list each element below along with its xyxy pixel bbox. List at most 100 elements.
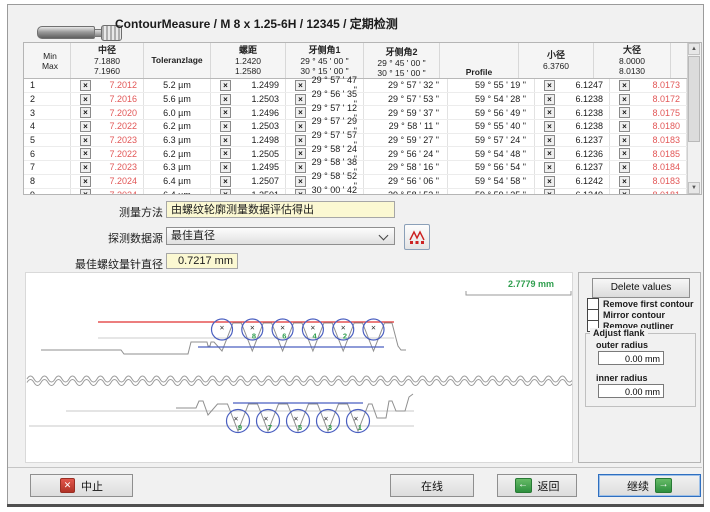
checked-checkbox-icon[interactable] (80, 121, 91, 132)
checked-checkbox-icon[interactable] (220, 121, 231, 132)
checked-checkbox-icon[interactable] (220, 176, 231, 187)
checked-checkbox-icon[interactable] (544, 107, 555, 118)
major-diameter-value: 8.0183 (630, 176, 686, 186)
checked-checkbox-icon[interactable] (80, 107, 91, 118)
tolerance-value: 5.2 µm (144, 79, 211, 92)
next-button[interactable]: 继续 → (598, 474, 701, 497)
mid-diameter-value: 7.2023 (91, 162, 143, 172)
pin-cross-mark: ✕ (263, 416, 268, 423)
mid-diameter-value: 7.2024 (91, 176, 143, 186)
pin-cross-mark: ✕ (219, 325, 224, 332)
profile-value: 59 ° 54 ' 28 " (448, 93, 535, 106)
probe-source-dropdown[interactable]: 最佳直径 (166, 227, 395, 245)
header-flank-angle-1: 牙侧角1 29 ° 45 ' 00 " 30 ° 15 ' 00 " (286, 43, 364, 78)
pin-number: 9 (238, 423, 242, 432)
checked-checkbox-icon[interactable] (295, 135, 306, 146)
row-number: 4 (24, 120, 71, 133)
major-diameter-value: 8.0180 (630, 121, 686, 131)
checked-checkbox-icon[interactable] (295, 176, 306, 187)
checked-checkbox-icon[interactable] (544, 121, 555, 132)
checked-checkbox-icon[interactable] (295, 121, 306, 132)
checked-checkbox-icon[interactable] (295, 148, 306, 159)
checked-checkbox-icon[interactable] (619, 135, 630, 146)
online-button[interactable]: 在线 (390, 474, 474, 497)
checked-checkbox-icon[interactable] (220, 162, 231, 173)
flank-angle-1-value: 30 ° 00 ' 42 " (306, 185, 363, 194)
title-bar: ContourMeasure / M 8 x 1.25-6H / 12345 /… (10, 8, 700, 38)
checked-checkbox-icon[interactable] (295, 162, 306, 173)
checked-checkbox-icon[interactable] (619, 80, 630, 91)
back-button[interactable]: ← 返回 (497, 474, 577, 497)
checked-checkbox-icon[interactable] (220, 107, 231, 118)
outer-radius-input[interactable]: 0.00 mm (598, 351, 664, 365)
contour-measure-window: ContourMeasure / M 8 x 1.25-6H / 12345 /… (0, 0, 710, 512)
break-wave-line (27, 380, 572, 386)
back-arrow-icon: ← (515, 478, 532, 493)
profile-value: 59 ° 54 ' 58 " (448, 175, 535, 188)
pin-cross-mark: ✕ (323, 416, 328, 423)
mid-diameter-value: 7.2020 (91, 108, 143, 118)
major-diameter-value: 8.0184 (630, 162, 686, 172)
major-diameter-value: 8.0172 (630, 94, 686, 104)
checked-checkbox-icon[interactable] (220, 135, 231, 146)
checked-checkbox-icon[interactable] (220, 189, 231, 194)
thread-wire-tool-button[interactable] (404, 224, 430, 250)
table-row[interactable]: 9 7.2024 6.4 µm 1.2501 30 ° 00 ' 42 " 29… (24, 189, 687, 195)
checked-checkbox-icon[interactable] (544, 162, 555, 173)
checked-checkbox-icon[interactable] (544, 80, 555, 91)
flank-angle-2-value: 29 ° 58 ' 11 " (364, 120, 448, 133)
window-bottom-edge (7, 504, 704, 507)
checked-checkbox-icon[interactable] (295, 80, 306, 91)
checked-checkbox-icon[interactable] (619, 107, 630, 118)
checked-checkbox-icon[interactable] (544, 94, 555, 105)
minor-diameter-value: 6.1249 (555, 190, 609, 194)
thread-gauge-icon (37, 23, 127, 39)
checked-checkbox-icon[interactable] (544, 189, 555, 194)
profile-value: 59 ° 59 ' 35 " (448, 189, 535, 195)
checked-checkbox-icon[interactable] (80, 148, 91, 159)
flank-angle-2-value: 29 ° 59 ' 37 " (364, 106, 448, 119)
checked-checkbox-icon[interactable] (220, 80, 231, 91)
scrollbar-thumb[interactable] (688, 56, 700, 142)
table-scrollbar[interactable]: ▲ ▼ (687, 43, 701, 194)
checked-checkbox-icon[interactable] (619, 162, 630, 173)
scroll-down-icon[interactable]: ▼ (688, 182, 700, 194)
checked-checkbox-icon[interactable] (220, 148, 231, 159)
checked-checkbox-icon[interactable] (544, 176, 555, 187)
checked-checkbox-icon[interactable] (80, 189, 91, 194)
checked-checkbox-icon[interactable] (544, 135, 555, 146)
checked-checkbox-icon[interactable] (619, 121, 630, 132)
minor-diameter-value: 6.1242 (555, 176, 609, 186)
pin-number: 1 (358, 423, 362, 432)
inner-radius-input[interactable]: 0.00 mm (598, 384, 664, 398)
flank-angle-2-value: 29 ° 56 ' 24 " (364, 147, 448, 160)
pitch-value: 1.2496 (231, 108, 285, 118)
abort-button[interactable]: ✕ 中止 (30, 474, 133, 497)
pitch-value: 1.2498 (231, 135, 285, 145)
checked-checkbox-icon[interactable] (544, 148, 555, 159)
wire-diameter-field[interactable]: 0.7217 mm (166, 253, 238, 269)
scroll-up-icon[interactable]: ▲ (688, 43, 700, 55)
checked-checkbox-icon[interactable] (220, 94, 231, 105)
flank-angle-2-value: 29 ° 57 ' 32 " (364, 79, 448, 92)
checked-checkbox-icon[interactable] (80, 135, 91, 146)
checked-checkbox-icon[interactable] (619, 176, 630, 187)
minor-diameter-value: 6.1238 (555, 121, 609, 131)
checked-checkbox-icon[interactable] (80, 94, 91, 105)
profile-value: 59 ° 57 ' 24 " (448, 134, 535, 147)
tolerance-value: 6.4 µm (144, 189, 211, 195)
checked-checkbox-icon[interactable] (619, 189, 630, 194)
checked-checkbox-icon[interactable] (295, 107, 306, 118)
checked-checkbox-icon[interactable] (80, 176, 91, 187)
checked-checkbox-icon[interactable] (80, 162, 91, 173)
method-field[interactable]: 由螺纹轮廓测量数据评估得出 (166, 201, 395, 218)
pin-cross-mark: ✕ (233, 416, 238, 423)
checked-checkbox-icon[interactable] (295, 94, 306, 105)
checked-checkbox-icon[interactable] (619, 94, 630, 105)
checked-checkbox-icon[interactable] (295, 189, 306, 194)
delete-values-button[interactable]: Delete values (592, 278, 690, 298)
checked-checkbox-icon[interactable] (619, 148, 630, 159)
checked-checkbox-icon[interactable] (80, 80, 91, 91)
lower-contour (176, 394, 413, 431)
pitch-value: 1.2495 (231, 162, 285, 172)
